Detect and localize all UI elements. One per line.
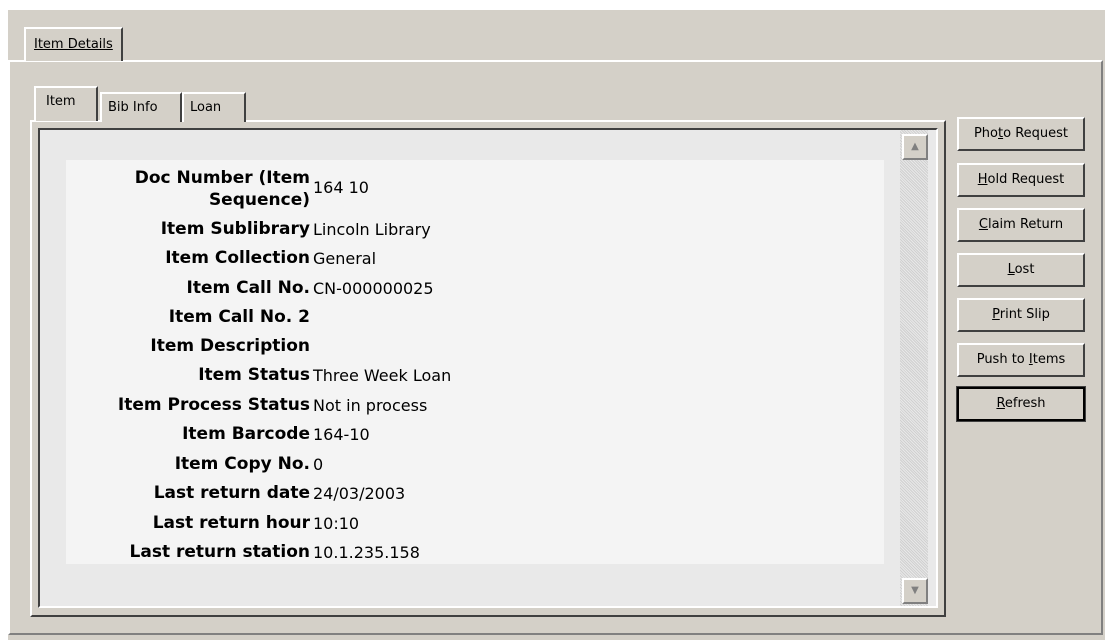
field-row-sublibrary: Item Sublibrary Lincoln Library	[66, 215, 884, 244]
tab-item[interactable]: Item	[34, 86, 98, 121]
field-row-barcode: Item Barcode 164-10	[66, 420, 884, 449]
field-row-last-return-hour: Last return hour 10:10	[66, 509, 884, 538]
field-row-process-status: Item Process Status Not in process	[66, 391, 884, 420]
tab-loan-label: Loan	[190, 100, 222, 115]
scroll-down-icon[interactable]: ▼	[902, 578, 928, 604]
field-label: Item Call No.	[186, 278, 311, 298]
field-label: Item Barcode	[182, 424, 310, 444]
field-value: 164-10	[313, 425, 370, 444]
tab-item-details-label: Item Details	[34, 37, 113, 52]
field-row-call-no: Item Call No. CN-000000025	[66, 274, 884, 303]
button-label: Photo Request	[973, 126, 1069, 141]
field-label: Item Collection	[165, 248, 310, 268]
field-value: CN-000000025	[313, 279, 434, 298]
tab-bib-info-label: Bib Info	[108, 100, 158, 115]
lost-button[interactable]: Lost	[957, 253, 1085, 287]
claim-return-button[interactable]: Claim Return	[957, 208, 1085, 242]
field-label: Item Process Status	[117, 395, 310, 415]
tab-item-label: Item	[46, 94, 76, 109]
button-label: Claim Return	[978, 217, 1064, 232]
field-value: 24/03/2003	[313, 484, 406, 503]
tab-bib-info[interactable]: Bib Info	[100, 92, 182, 122]
tab-loan[interactable]: Loan	[182, 92, 246, 122]
field-row-copy-no: Item Copy No. 0	[66, 450, 884, 479]
print-slip-button[interactable]: Print Slip	[957, 298, 1085, 332]
button-label: Hold Request	[977, 172, 1065, 187]
field-row-last-return-date: Last return date 24/03/2003	[66, 479, 884, 508]
field-label: Last return date	[153, 483, 310, 503]
field-row-call-no-2: Item Call No. 2	[66, 303, 884, 332]
field-label: Doc Number (Item	[134, 168, 310, 188]
field-label: Last return station	[129, 542, 310, 562]
tab-item-details[interactable]: Item Details	[24, 27, 123, 61]
field-value: 164 10	[313, 178, 369, 197]
field-row-collection: Item Collection General	[66, 244, 884, 273]
photo-request-button[interactable]: Photo Request	[957, 117, 1085, 151]
field-label-line2: Sequence)	[208, 190, 310, 210]
field-row-doc-number: Doc Number (Item Sequence) 164 10	[66, 160, 884, 218]
hold-request-button[interactable]: Hold Request	[957, 163, 1085, 197]
scroll-up-icon[interactable]: ▲	[902, 134, 928, 160]
field-label: Item Call No. 2	[168, 307, 310, 327]
field-value: General	[313, 249, 377, 268]
field-label: Item Sublibrary	[160, 219, 310, 239]
push-to-items-button[interactable]: Push to Items	[957, 343, 1085, 377]
field-label: Item Description	[150, 336, 310, 356]
field-label: Last return hour	[152, 513, 310, 533]
vertical-scrollbar[interactable]: ▲ ▼	[900, 130, 928, 606]
button-label: Print Slip	[992, 307, 1050, 322]
field-value: Lincoln Library	[313, 220, 431, 239]
field-value: 10.1.235.158	[313, 543, 420, 562]
button-label: Push to Items	[976, 352, 1066, 367]
field-row-description: Item Description	[66, 332, 884, 361]
field-value: 10:10	[313, 514, 360, 533]
field-label: Item Status	[198, 365, 310, 385]
field-row-status: Item Status Three Week Loan	[66, 361, 884, 390]
refresh-button[interactable]: Refresh	[956, 386, 1086, 422]
field-value: Not in process	[313, 396, 428, 415]
field-label: Item Copy No.	[174, 454, 310, 474]
field-value: 0	[313, 455, 324, 474]
button-label: Refresh	[996, 396, 1046, 411]
item-fields-list: Doc Number (Item Sequence) 164 10 Item S…	[66, 160, 884, 564]
field-value: Three Week Loan	[313, 366, 452, 385]
field-row-last-return-station: Last return station 10.1.235.158	[66, 538, 884, 567]
button-label: Lost	[1007, 262, 1035, 277]
